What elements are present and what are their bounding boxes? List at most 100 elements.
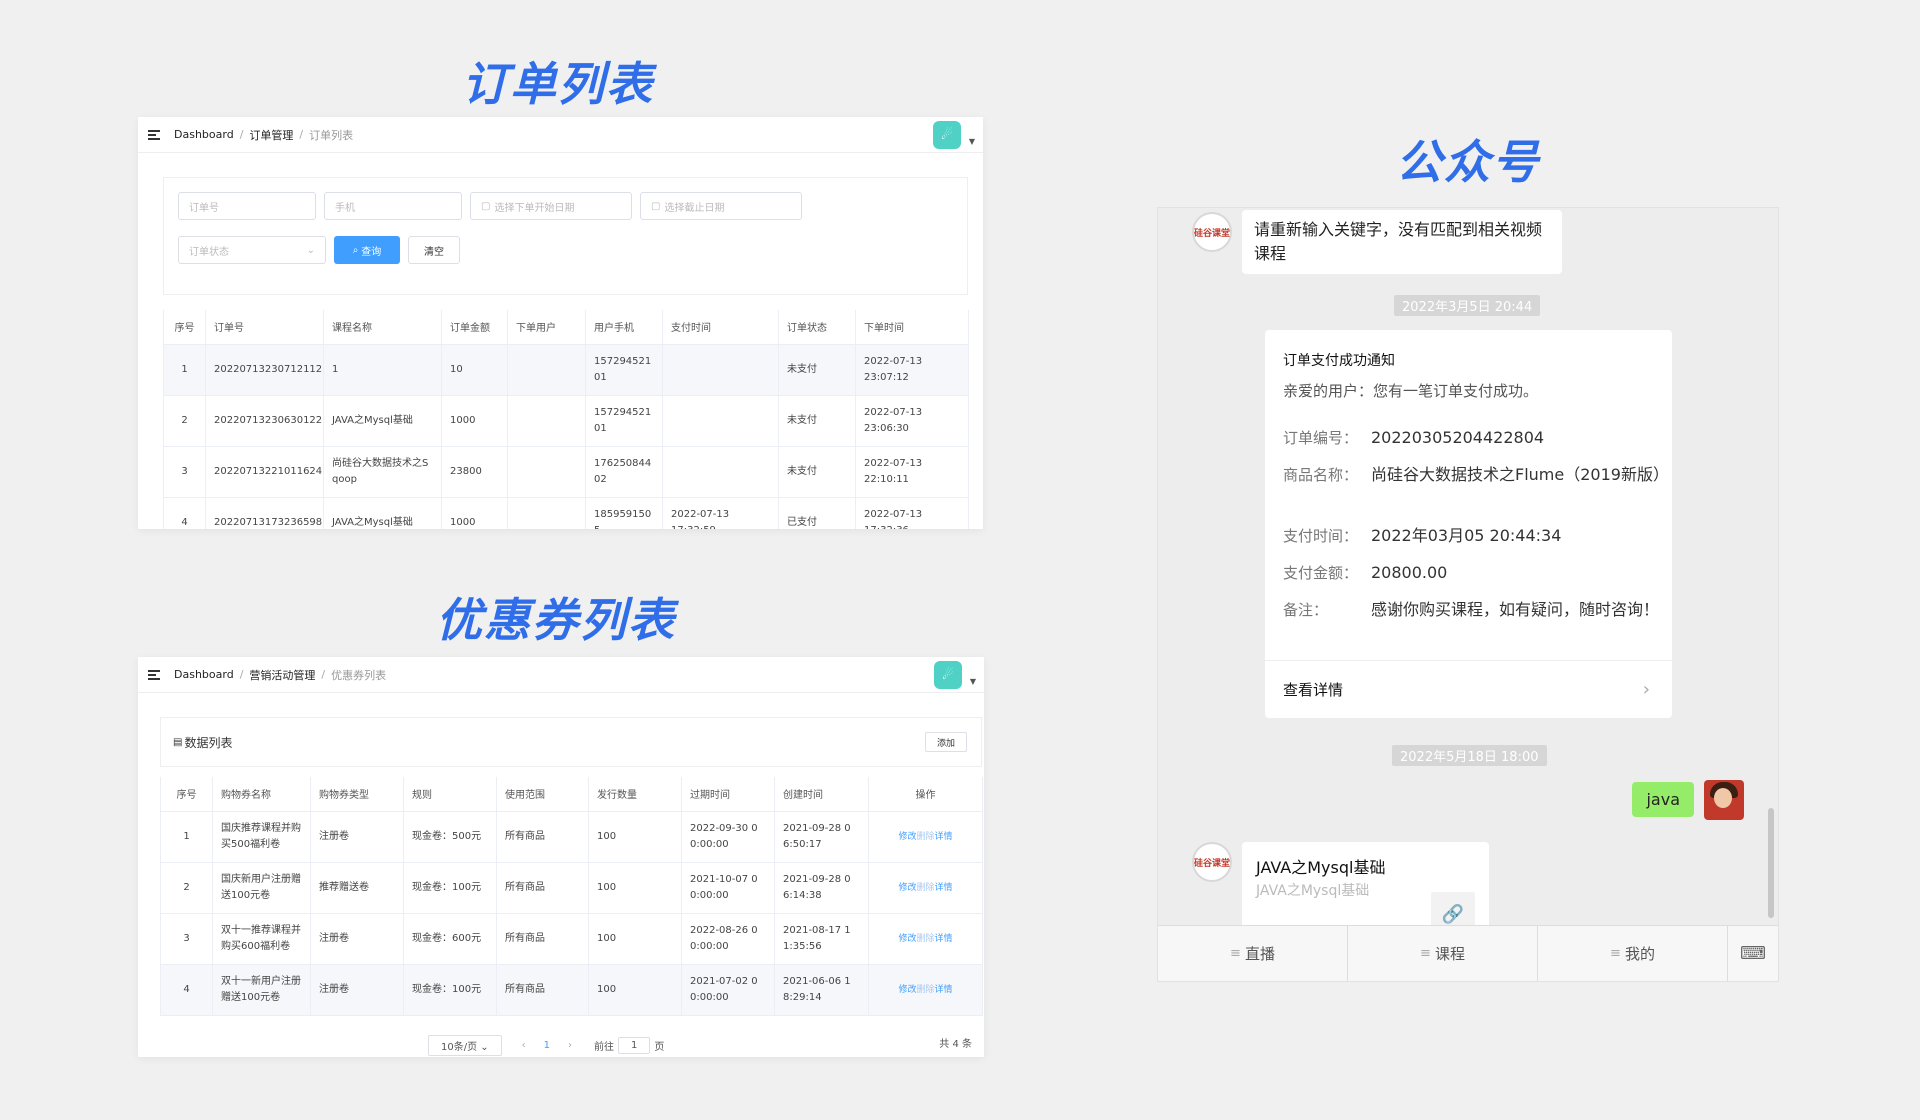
- order-no-input[interactable]: 订单号: [178, 192, 316, 220]
- edit-link[interactable]: 修改: [898, 934, 916, 944]
- chat-menu-bar: ≡ 直播 ≡ 课程 ≡ 我的 ⌨: [1158, 925, 1778, 981]
- page-size-select[interactable]: 10条/页 ⌄: [428, 1035, 502, 1056]
- table-row[interactable]: 4 双十一新用户注册赠送100元卷 注册卷 现金卷：100元 所有商品 100 …: [160, 964, 983, 1016]
- tab-live[interactable]: ≡ 直播: [1158, 926, 1348, 981]
- goto-label: 前往: [594, 1042, 615, 1053]
- table-row[interactable]: 2 20220713230630122 JAVA之Mysql基础 1000 15…: [163, 395, 969, 447]
- cell-user: [507, 497, 586, 529]
- product-label: 商品名称：: [1283, 466, 1359, 484]
- cell-scope: 所有商品: [496, 913, 589, 965]
- amount-value: 20800.00: [1371, 563, 1448, 582]
- cell-index: 2: [163, 395, 206, 447]
- phone-input[interactable]: 手机: [324, 192, 462, 220]
- chevron-down-icon[interactable]: ▼: [969, 137, 975, 146]
- user-avatar[interactable]: ☄: [934, 661, 962, 689]
- cell-expire: 2021-10-07 00:00:00: [681, 862, 775, 914]
- chevron-down-icon: ⌄: [306, 244, 315, 256]
- next-page-icon[interactable]: ›: [568, 1040, 572, 1051]
- cell-amount: 1000: [441, 395, 508, 447]
- goto-input[interactable]: 1: [618, 1037, 651, 1054]
- cell-index: 3: [163, 446, 206, 498]
- menu-icon: ≡: [1420, 946, 1431, 961]
- detail-link[interactable]: 详情: [935, 934, 953, 944]
- table-row[interactable]: 4 20220713173236598 JAVA之Mysql基础 1000 18…: [163, 497, 969, 529]
- table-row[interactable]: 3 20220713221011624 尚硅谷大数据技术之Sqoop 23800…: [163, 446, 969, 498]
- menu-toggle-icon[interactable]: [148, 669, 160, 680]
- delete-link[interactable]: 删除: [916, 883, 934, 893]
- start-date-input[interactable]: ▢ 选择下单开始日期: [470, 192, 632, 220]
- cell-rule: 现金卷：100元: [403, 862, 497, 914]
- pagination: 10条/页 ⌄ ‹ 1 › 前往 1 页: [428, 1035, 664, 1056]
- query-button[interactable]: ⌕ 查询: [334, 236, 400, 264]
- detail-link[interactable]: 详情: [935, 985, 953, 995]
- breadcrumb-separator: /: [239, 668, 244, 681]
- section-title: 数据列表: [184, 735, 233, 750]
- menu-toggle-icon[interactable]: [148, 129, 160, 140]
- detail-link[interactable]: 详情: [935, 832, 953, 842]
- prev-page-icon[interactable]: ‹: [522, 1040, 526, 1051]
- table-row[interactable]: 2 国庆新用户注册赠送100元卷 推荐赠送卷 现金卷：100元 所有商品 100…: [160, 862, 983, 914]
- cell-name: 国庆推荐课程并购买500福利卷: [212, 811, 311, 863]
- table-row[interactable]: 1 20220713230712112 1 10 15729452101 未支付…: [163, 344, 969, 396]
- coupon-table: 序号 购物券名称 购物券类型 规则 使用范围 发行数量 过期时间 创建时间 操作…: [160, 777, 983, 1016]
- table-row[interactable]: 1 国庆推荐课程并购买500福利卷 注册卷 现金卷：500元 所有商品 100 …: [160, 811, 983, 863]
- column-header: 订单号: [205, 310, 324, 345]
- timestamp: 2022年3月5日 20:44: [1394, 295, 1541, 316]
- cell-amount: 1000: [441, 497, 508, 529]
- end-date-input[interactable]: ▢ 选择截止日期: [640, 192, 802, 220]
- column-header: 下单时间: [855, 310, 969, 345]
- breadcrumb-marketing[interactable]: 营销活动管理: [249, 667, 315, 683]
- breadcrumb-order-management[interactable]: 订单管理: [249, 127, 293, 143]
- cell-phone: 15729452101: [585, 395, 663, 447]
- scrollbar[interactable]: [1768, 808, 1774, 918]
- cell-user: [507, 446, 586, 498]
- chevron-down-icon[interactable]: ▼: [970, 677, 976, 686]
- breadcrumb-dashboard[interactable]: Dashboard: [174, 128, 234, 141]
- detail-link[interactable]: 详情: [935, 883, 953, 893]
- breadcrumb-order-list: 订单列表: [309, 128, 354, 142]
- delete-link[interactable]: 删除: [916, 934, 934, 944]
- cell-count: 100: [588, 811, 682, 863]
- view-detail-link[interactable]: 查看详情 ›: [1265, 660, 1672, 718]
- edit-link[interactable]: 修改: [898, 883, 916, 893]
- tab-mine[interactable]: ≡ 我的: [1538, 926, 1728, 981]
- payment-notice-card[interactable]: 订单支付成功通知 亲爱的用户：您有一笔订单支付成功。 订单编号： 20220305…: [1265, 330, 1672, 718]
- cell-index: 2: [160, 862, 213, 914]
- cell-type: 注册卷: [310, 811, 404, 863]
- cell-created: 2021-06-06 18:29:14: [774, 964, 869, 1016]
- cell-status: 已支付: [778, 497, 856, 529]
- course-link-card[interactable]: JAVA之Mysql基础 JAVA之Mysql基础 🔗: [1242, 842, 1489, 936]
- delete-link[interactable]: 删除: [916, 985, 934, 995]
- user-avatar[interactable]: ☄: [933, 121, 961, 149]
- column-header: 序号: [160, 777, 213, 812]
- edit-link[interactable]: 修改: [898, 832, 916, 842]
- page-number[interactable]: 1: [544, 1040, 550, 1051]
- cell-scope: 所有商品: [496, 862, 589, 914]
- cell-expire: 2022-09-30 00:00:00: [681, 811, 775, 863]
- query-label: 查询: [361, 246, 382, 258]
- keyboard-icon[interactable]: ⌨: [1728, 926, 1778, 981]
- edit-link[interactable]: 修改: [898, 985, 916, 995]
- column-header: 过期时间: [681, 777, 775, 812]
- product-value: 尚硅谷大数据技术之Flume（2019新版）: [1371, 465, 1669, 484]
- cell-phone: 15729452101: [585, 344, 663, 396]
- breadcrumb-dashboard[interactable]: Dashboard: [174, 668, 234, 681]
- search-icon: ⌕: [352, 244, 359, 256]
- tab-course[interactable]: ≡ 课程: [1348, 926, 1538, 981]
- cell-amount: 10: [441, 344, 508, 396]
- table-row[interactable]: 3 双十一推荐课程并购买600福利卷 注册卷 现金卷：600元 所有商品 100…: [160, 913, 983, 965]
- clear-button[interactable]: 清空: [408, 236, 460, 264]
- delete-link[interactable]: 删除: [916, 832, 934, 842]
- paytime-row: 支付时间： 2022年03月05 20:44:34: [1283, 524, 1661, 548]
- cell-type: 推荐赠送卷: [310, 862, 404, 914]
- order-navbar: Dashboard / 订单管理 / 订单列表 ☄ ▼: [138, 117, 983, 153]
- calendar-icon: ▢: [481, 200, 491, 212]
- menu-icon: ≡: [1610, 946, 1621, 961]
- cell-index: 1: [163, 344, 206, 396]
- order-status-select[interactable]: 订单状态 ⌄: [178, 236, 326, 264]
- cell-scope: 所有商品: [496, 811, 589, 863]
- add-button[interactable]: 添加: [925, 732, 967, 752]
- column-header: 购物券名称: [212, 777, 311, 812]
- data-list-header: ▤ 数据列表 添加: [160, 717, 982, 767]
- chevron-down-icon: ⌄: [480, 1042, 489, 1053]
